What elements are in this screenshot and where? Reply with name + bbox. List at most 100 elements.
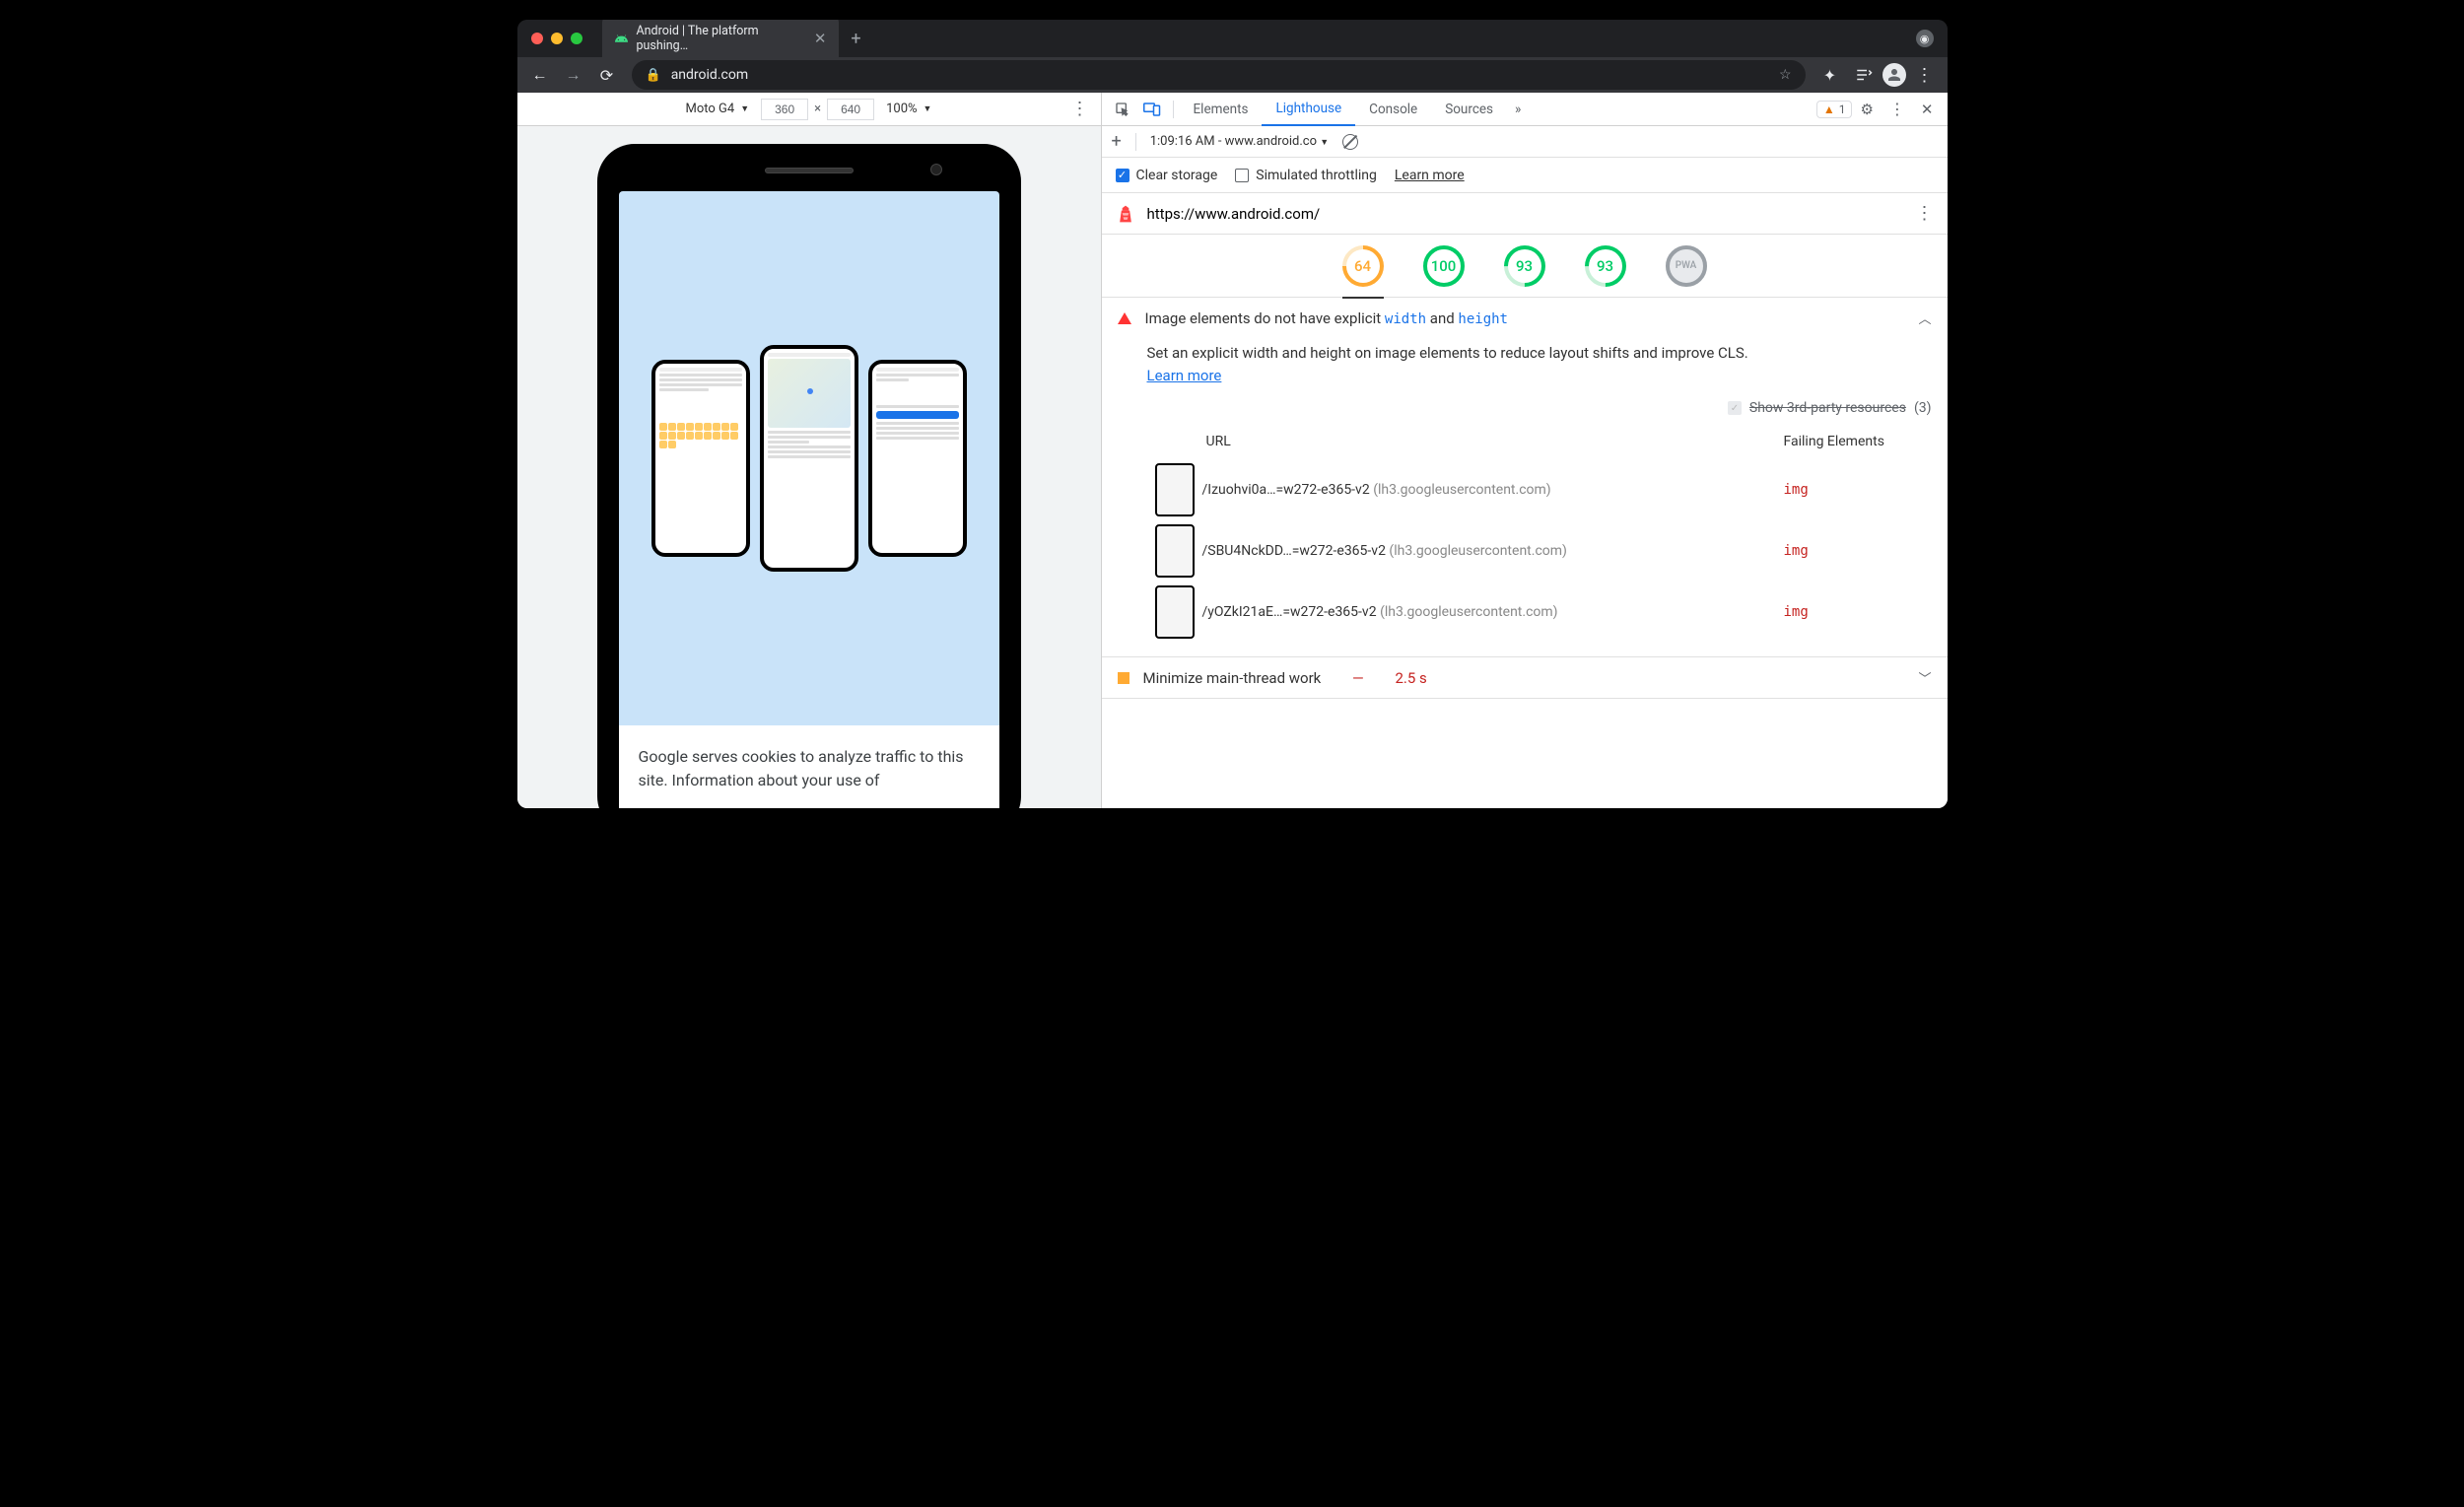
new-tab-button[interactable]: + (843, 25, 870, 52)
devtools-tabs: Elements Lighthouse Console Sources » ▲1… (1102, 93, 1948, 126)
audit-title: Image elements do not have explicit widt… (1145, 309, 1508, 327)
audited-url-row: https://www.android.com/ ⋮ (1102, 193, 1948, 235)
width-input[interactable] (761, 99, 808, 120)
clear-icon[interactable] (1342, 134, 1358, 150)
warning-triangle-icon: ▲ (1823, 103, 1835, 116)
more-tabs-button[interactable]: » (1507, 102, 1529, 117)
failing-element[interactable]: img (1784, 604, 1932, 620)
report-menu-button[interactable]: ⋮ (1916, 203, 1934, 224)
warning-count: 1 (1839, 103, 1846, 116)
table-row: /Izuohvi0a…=w272-e365-v2 (lh3.googleuser… (1147, 459, 1948, 520)
device-toggle-icon[interactable] (1137, 102, 1167, 117)
table-row: /SBU4NckDD…=w272-e365-v2 (lh3.googleuser… (1147, 520, 1948, 582)
device-preview: Google serves cookies to analyze traffic… (517, 126, 1101, 808)
phone-frame: Google serves cookies to analyze traffic… (597, 144, 1021, 808)
close-tab-button[interactable]: ✕ (814, 30, 827, 47)
url-input[interactable]: 🔒 android.com ☆ (632, 60, 1806, 90)
phone-speaker-icon (765, 168, 854, 173)
chevron-down-icon: ﹀ (1918, 668, 1931, 687)
chevron-up-icon: ︿ (1918, 308, 1931, 327)
report-select[interactable]: 1:09:16 AM - www.android.co ▼ (1150, 134, 1329, 149)
maximize-window-button[interactable] (571, 33, 582, 44)
back-button[interactable]: ← (525, 60, 555, 90)
audit-description: Set an explicit width and height on imag… (1102, 338, 1948, 400)
third-party-toggle: ✓ Show 3rd-party resources (3) (1102, 400, 1948, 428)
new-report-button[interactable]: + (1112, 131, 1122, 152)
fail-triangle-icon (1118, 312, 1131, 324)
window-controls (531, 33, 582, 44)
tab-elements[interactable]: Elements (1180, 93, 1263, 125)
inspect-icon[interactable] (1108, 102, 1137, 117)
audit-value: 2.5 s (1395, 669, 1426, 687)
pwa-gauge[interactable]: PWA (1666, 245, 1707, 287)
table-row: /yOZkI21aE…=w272-e365-v2 (lh3.googleuser… (1147, 582, 1948, 643)
warnings-badge[interactable]: ▲1 (1816, 101, 1853, 118)
forward-button[interactable]: → (559, 60, 588, 90)
score-gauges: 64 100 93 93 PWA (1102, 235, 1948, 298)
tab-lighthouse[interactable]: Lighthouse (1262, 94, 1355, 126)
column-failing: Failing Elements (1784, 434, 1932, 449)
lighthouse-options: ✓Clear storage Simulated throttling Lear… (1102, 158, 1948, 193)
column-url: URL (1206, 434, 1784, 449)
clear-storage-checkbox[interactable]: ✓Clear storage (1116, 168, 1218, 183)
audit-header[interactable]: Image elements do not have explicit widt… (1102, 298, 1948, 338)
devtools-menu-button[interactable]: ⋮ (1882, 100, 1913, 118)
chrome-logo-icon: ◉ (1916, 30, 1934, 47)
thumbnail-icon (1155, 463, 1195, 516)
chrome-menu-button[interactable]: ⋮ (1910, 60, 1940, 90)
phone-screen[interactable]: Google serves cookies to analyze traffic… (619, 191, 999, 808)
performance-gauge[interactable]: 64 (1342, 245, 1384, 287)
close-window-button[interactable] (531, 33, 543, 44)
android-favicon-icon (614, 31, 629, 46)
profile-button[interactable] (1882, 63, 1906, 87)
lock-icon: 🔒 (646, 68, 661, 83)
disabled-checkbox-icon: ✓ (1728, 401, 1742, 415)
audited-url: https://www.android.com/ (1147, 205, 1321, 223)
dropdown-triangle-icon: ▼ (1320, 138, 1329, 148)
cookie-notice: Google serves cookies to analyze traffic… (619, 725, 999, 808)
learn-more-link[interactable]: Learn more (1147, 367, 1222, 384)
address-bar: ← → ⟳ 🔒 android.com ☆ ✦ ⋮ (517, 57, 1948, 93)
failing-element[interactable]: img (1784, 482, 1932, 498)
audit-title: Minimize main-thread work (1143, 669, 1322, 687)
seo-gauge[interactable]: 93 (1585, 245, 1626, 287)
thumbnail-icon (1155, 524, 1195, 578)
tab-console[interactable]: Console (1355, 93, 1431, 125)
app-preview-books (868, 360, 967, 557)
best-practices-gauge[interactable]: 93 (1504, 245, 1545, 287)
audit-image-dimensions: Image elements do not have explicit widt… (1102, 298, 1948, 657)
failing-element[interactable]: img (1784, 543, 1932, 559)
learn-more-link[interactable]: Learn more (1395, 168, 1465, 183)
device-more-button[interactable]: ⋮ (1071, 99, 1089, 119)
extensions-button[interactable]: ✦ (1815, 60, 1845, 90)
checkbox-checked-icon: ✓ (1116, 169, 1129, 182)
simulated-throttling-checkbox[interactable]: Simulated throttling (1235, 168, 1377, 183)
height-input[interactable] (827, 99, 874, 120)
dropdown-triangle-icon: ▼ (924, 103, 932, 114)
reload-button[interactable]: ⟳ (592, 60, 622, 90)
app-preview-messages (651, 360, 750, 557)
close-devtools-button[interactable]: ✕ (1913, 101, 1942, 118)
failing-elements-table: URL Failing Elements /Izuohvi0a…=w272-e3… (1102, 428, 1948, 656)
minimize-window-button[interactable] (551, 33, 563, 44)
tab-title: Android | The platform pushing… (636, 24, 801, 53)
zoom-select[interactable]: 100% ▼ (886, 102, 931, 116)
audit-main-thread[interactable]: Minimize main-thread work — 2.5 s ﹀ (1102, 657, 1948, 699)
lighthouse-icon (1116, 204, 1135, 224)
bookmark-star-icon[interactable]: ☆ (1779, 67, 1792, 83)
url-text: android.com (671, 67, 1769, 83)
device-select[interactable]: Moto G4 ▼ (686, 102, 750, 116)
dimension-separator: × (814, 102, 821, 116)
app-preview-maps (760, 345, 858, 572)
browser-tab[interactable]: Android | The platform pushing… ✕ (602, 20, 839, 62)
tab-sources[interactable]: Sources (1431, 93, 1507, 125)
settings-button[interactable]: ⚙ (1852, 101, 1881, 118)
average-square-icon (1118, 672, 1129, 684)
accessibility-gauge[interactable]: 100 (1423, 245, 1465, 287)
third-party-count: (3) (1914, 400, 1932, 416)
checkbox-unchecked-icon (1235, 169, 1249, 182)
reading-list-button[interactable] (1849, 60, 1879, 90)
device-name: Moto G4 (686, 102, 735, 116)
phone-camera-icon (930, 164, 942, 175)
zoom-value: 100% (886, 102, 917, 116)
